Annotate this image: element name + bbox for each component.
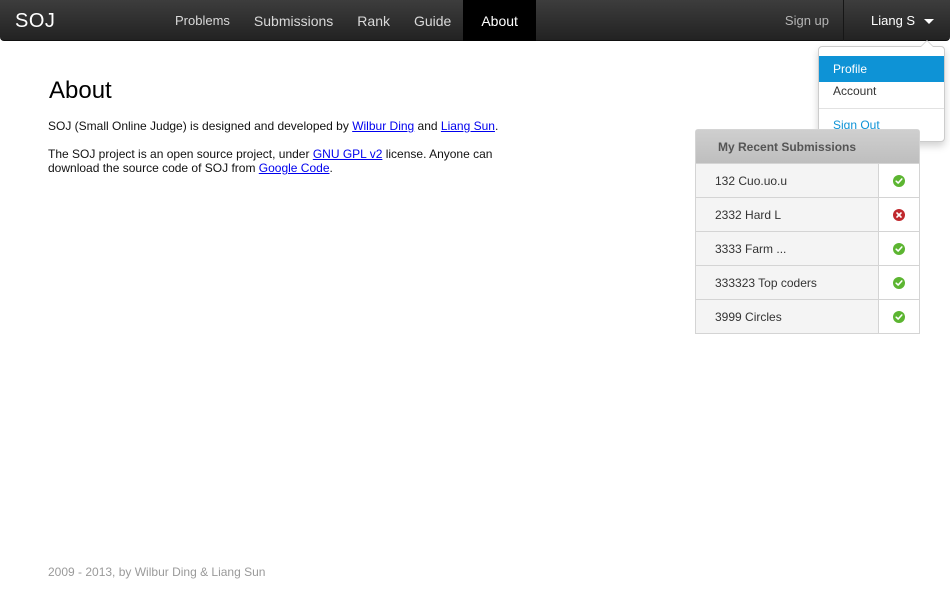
main-nav: Problems Submissions Rank Guide About (163, 0, 536, 41)
submission-row: 3333 Farm ... (696, 231, 919, 265)
submission-row: 2332 Hard L (696, 197, 919, 231)
link-wilbur-ding[interactable]: Wilbur Ding (352, 119, 414, 133)
footer-copyright: 2009 - 2013, by Wilbur Ding & Liang Sun (48, 565, 266, 579)
page-title: About (49, 77, 112, 104)
license-text-3: . (329, 161, 333, 175)
user-dropdown-menu: Profile Account Sign Out (818, 40, 945, 142)
nav-item-about[interactable]: About (463, 0, 536, 41)
link-gnu-gpl[interactable]: GNU GPL v2 (313, 147, 383, 161)
link-liang-sun[interactable]: Liang Sun (441, 119, 495, 133)
user-menu-toggle[interactable]: Liang S (843, 0, 950, 41)
intro-text-2: and (414, 119, 441, 133)
intro-paragraph: SOJ (Small Online Judge) is designed and… (48, 119, 508, 133)
submission-row: 333323 Top coders (696, 265, 919, 299)
intro-text-1: SOJ (Small Online Judge) is designed and… (48, 119, 353, 133)
brand-logo[interactable]: SOJ (15, 10, 55, 33)
submission-label[interactable]: 3999 Circles (696, 300, 879, 333)
recent-submissions-title: My Recent Submissions (696, 130, 919, 163)
nav-item-problems[interactable]: Problems (163, 0, 242, 41)
submission-label[interactable]: 132 Cuo.uo.u (696, 164, 879, 197)
accepted-check-icon (893, 174, 905, 187)
top-navbar: SOJ Problems Submissions Rank Guide Abou… (0, 0, 950, 41)
nav-right: Sign up Liang S (785, 0, 950, 41)
license-text-1: The SOJ project is an open source projec… (48, 147, 313, 161)
submission-label[interactable]: 3333 Farm ... (696, 232, 879, 265)
submission-row: 132 Cuo.uo.u (696, 163, 919, 197)
accepted-check-icon (893, 242, 905, 255)
license-paragraph: The SOJ project is an open source projec… (48, 147, 508, 175)
submission-label[interactable]: 333323 Top coders (696, 266, 879, 299)
accepted-check-icon (893, 276, 905, 289)
accepted-check-icon (893, 310, 905, 323)
nav-item-guide[interactable]: Guide (402, 0, 463, 41)
intro-text-3: . (494, 119, 499, 133)
rejected-cross-icon (893, 208, 905, 221)
submission-label[interactable]: 2332 Hard L (696, 198, 879, 231)
nav-item-submissions[interactable]: Submissions (242, 0, 345, 41)
link-google-code[interactable]: Google Code (259, 161, 330, 175)
user-name: Liang S (871, 13, 916, 28)
nav-item-rank[interactable]: Rank (345, 0, 402, 41)
caret-down-icon (924, 18, 935, 24)
menu-item-account[interactable]: Account (819, 79, 944, 103)
signup-link[interactable]: Sign up (785, 0, 843, 41)
submission-row: 3999 Circles (696, 299, 919, 333)
menu-divider (819, 108, 944, 109)
recent-submissions-panel: My Recent Submissions 132 Cuo.uo.u 2332 … (695, 129, 920, 334)
